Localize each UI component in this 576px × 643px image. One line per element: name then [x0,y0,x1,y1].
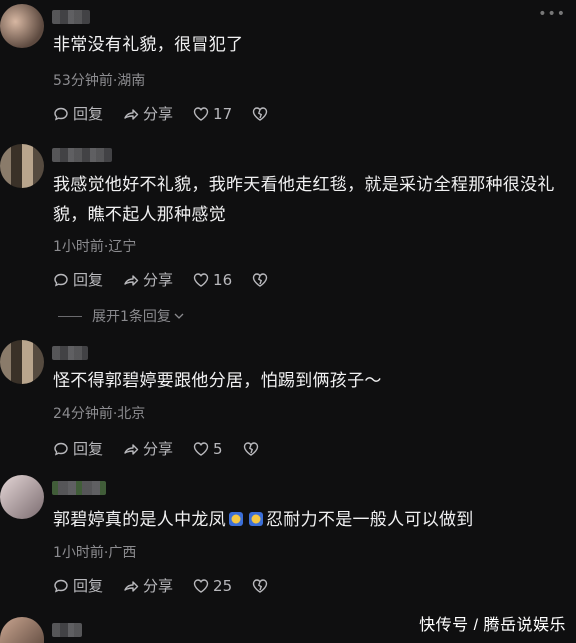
comment-text-part: 忍耐力不是一般人可以做到 [266,510,474,530]
avatar[interactable] [0,475,44,519]
comment-text: 非常没有礼貌，很冒犯了 [53,35,244,55]
dislike-heart-icon [243,441,258,456]
comment-item: 怪不得郭碧婷要跟他分居，怕踢到俩孩子～ 24分钟前·北京 回复 分享 5 [0,340,576,465]
comment-text-part: 郭碧婷真的是人中龙凤 [53,510,226,530]
reply-label: 回复 [73,577,104,595]
reply-button[interactable]: 回复 [53,438,103,459]
like-count: 25 [213,576,233,595]
expand-replies-button[interactable]: 展开1条回复 [58,306,185,326]
share-icon [124,274,139,286]
like-heart-icon [193,106,209,121]
comment-meta: 53分钟前·湖南 [53,73,146,89]
like-button[interactable]: 16 [193,271,232,289]
like-button[interactable]: 17 [193,105,232,123]
chevron-down-icon [174,313,184,319]
reply-icon [54,107,68,121]
share-button[interactable]: 分享 [123,575,173,596]
expand-replies-label: 展开1条回复 [92,309,171,325]
comment-text: 我感觉他好不礼貌，我昨天看他走红毯，就是采访全程那种很没礼貌，瞧不起人那种感觉 [53,175,555,225]
comment-meta: 1小时前·广西 [53,545,137,561]
like-button[interactable]: 25 [193,577,232,595]
comment-actions: 回复 分享 16 [53,269,292,290]
share-icon [124,580,139,592]
reply-button[interactable]: 回复 [53,103,103,124]
username-blurred[interactable] [52,148,112,162]
dislike-heart-icon [252,578,268,593]
reply-icon [54,442,68,456]
comment-item: 我感觉他好不礼貌，我昨天看他走红毯，就是采访全程那种很没礼貌，瞧不起人那种感觉 … [0,142,576,332]
like-count: 17 [213,104,233,123]
divider [58,315,82,317]
username-blurred[interactable] [52,481,106,495]
reply-label: 回复 [73,271,104,289]
comment-text: 怪不得郭碧婷要跟他分居，怕踢到俩孩子～ [53,371,382,391]
reply-button[interactable]: 回复 [53,575,103,596]
share-label: 分享 [143,577,174,595]
dislike-button[interactable] [252,578,272,594]
share-icon [124,443,139,455]
emoji-icon [229,512,243,526]
reply-label: 回复 [73,440,104,458]
username-blurred[interactable] [52,10,90,24]
more-options-icon[interactable]: ••• [538,6,566,22]
share-icon [124,108,139,120]
comment-actions: 回复 分享 25 [53,575,292,596]
comment-actions: 回复 分享 5 [53,438,283,459]
like-button[interactable]: 5 [193,440,223,458]
comment-actions: 回复 分享 17 [53,103,292,124]
share-button[interactable]: 分享 [123,103,173,124]
like-count: 16 [213,270,233,289]
reply-label: 回复 [73,105,104,123]
comment-text: 郭碧婷真的是人中龙凤 忍耐力不是一般人可以做到 [53,505,556,535]
avatar[interactable] [0,617,44,643]
watermark: 快传号 / 腾岳说娱乐 [419,617,566,634]
like-heart-icon [193,272,209,287]
reply-icon [54,579,68,593]
share-label: 分享 [143,440,174,458]
reply-icon [54,273,68,287]
dislike-heart-icon [252,106,268,121]
share-button[interactable]: 分享 [123,438,173,459]
avatar[interactable] [0,340,44,384]
avatar[interactable] [0,144,44,188]
share-label: 分享 [143,271,174,289]
dislike-button[interactable] [243,441,263,457]
dislike-button[interactable] [252,106,272,122]
like-count: 5 [213,439,223,458]
share-label: 分享 [143,105,174,123]
comment-item: 郭碧婷真的是人中龙凤 忍耐力不是一般人可以做到 1小时前·广西 回复 分享 25 [0,475,576,610]
emoji-icon [249,512,263,526]
dislike-button[interactable] [252,272,272,288]
comment-item: ••• 非常没有礼貌，很冒犯了 53分钟前·湖南 回复 分享 17 [0,0,576,140]
like-heart-icon [193,441,209,456]
reply-button[interactable]: 回复 [53,269,103,290]
avatar[interactable] [0,4,44,48]
comment-meta: 1小时前·辽宁 [53,239,137,255]
like-heart-icon [193,578,209,593]
dislike-heart-icon [252,272,268,287]
comment-meta: 24分钟前·北京 [53,406,146,422]
username-blurred[interactable] [52,346,88,360]
share-button[interactable]: 分享 [123,269,173,290]
username-blurred[interactable] [52,623,82,637]
